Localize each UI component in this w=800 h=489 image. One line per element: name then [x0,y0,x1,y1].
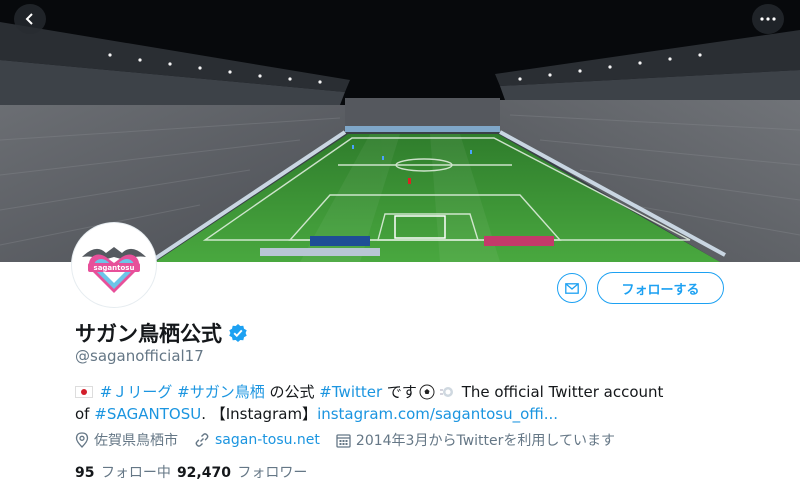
hashtag-sagantosu-jp[interactable]: #サガン鳥栖 [177,383,265,401]
instagram-link[interactable]: instagram.com/sagantosu_offi... [317,405,558,423]
follow-button[interactable]: フォローする [597,272,724,304]
soccer-ball-icon [419,384,435,400]
japan-flag-icon [75,386,93,398]
calendar-icon [336,433,351,448]
bio-text-3: The official Twitter account [461,383,664,401]
joined-item: 2014年3月からTwitterを利用しています [336,430,615,450]
back-button[interactable] [14,4,46,34]
location-item: 佐賀県鳥栖市 [75,430,178,450]
verified-badge-icon [229,324,247,342]
hashtag-sagantosu[interactable]: #SAGANTOSU [94,405,201,423]
chevron-left-icon [25,13,33,25]
following-label: フォロー中 [100,465,171,481]
hashtag-twitter[interactable]: #Twitter [319,383,382,401]
more-options-button[interactable] [752,4,784,34]
profile-avatar[interactable]: sagantosu [72,223,156,307]
joined-text: 2014年3月からTwitterを利用しています [355,433,615,449]
website-item: sagan-tosu.net [194,432,320,448]
profile-name: サガン鳥栖公式 [75,322,222,346]
location-text: 佐賀県鳥栖市 [94,433,178,449]
hashtag-jleague[interactable]: #Ｊリーグ [100,383,173,401]
link-icon [195,433,209,447]
following-count: 95 [75,465,95,481]
message-button[interactable] [557,273,587,303]
profile-name-row: サガン鳥栖公式 [75,318,248,348]
profile-stats: 95 フォロー中 92,470 フォロワー [75,462,313,482]
following-stat[interactable]: 95 フォロー中 [75,462,171,482]
location-pin-icon [75,432,89,448]
bio-text-1: の公式 [269,383,315,401]
website-link[interactable]: sagan-tosu.net [215,432,320,448]
dash-icon [439,387,453,397]
followers-label: フォロワー [237,465,308,481]
logo-text: sagantosu [94,264,135,272]
profile-meta: 佐賀県鳥栖市 sagan-tosu.net 2014年3月からTwitterを利… [75,430,631,450]
ellipsis-icon [760,17,776,21]
profile-bio: #Ｊリーグ #サガン鳥栖 の公式 #Twitter です The officia… [75,381,735,425]
followers-stat[interactable]: 92,470 フォロワー [177,462,307,482]
bio-text-4: of [75,405,90,423]
sagantosu-logo: sagantosu [82,247,146,293]
envelope-icon [565,282,579,294]
followers-count: 92,470 [176,465,231,481]
profile-handle: @saganofficial17 [75,347,204,365]
bio-text-5: . 【Instagram】 [201,405,318,423]
bio-text-2: です [386,383,417,401]
